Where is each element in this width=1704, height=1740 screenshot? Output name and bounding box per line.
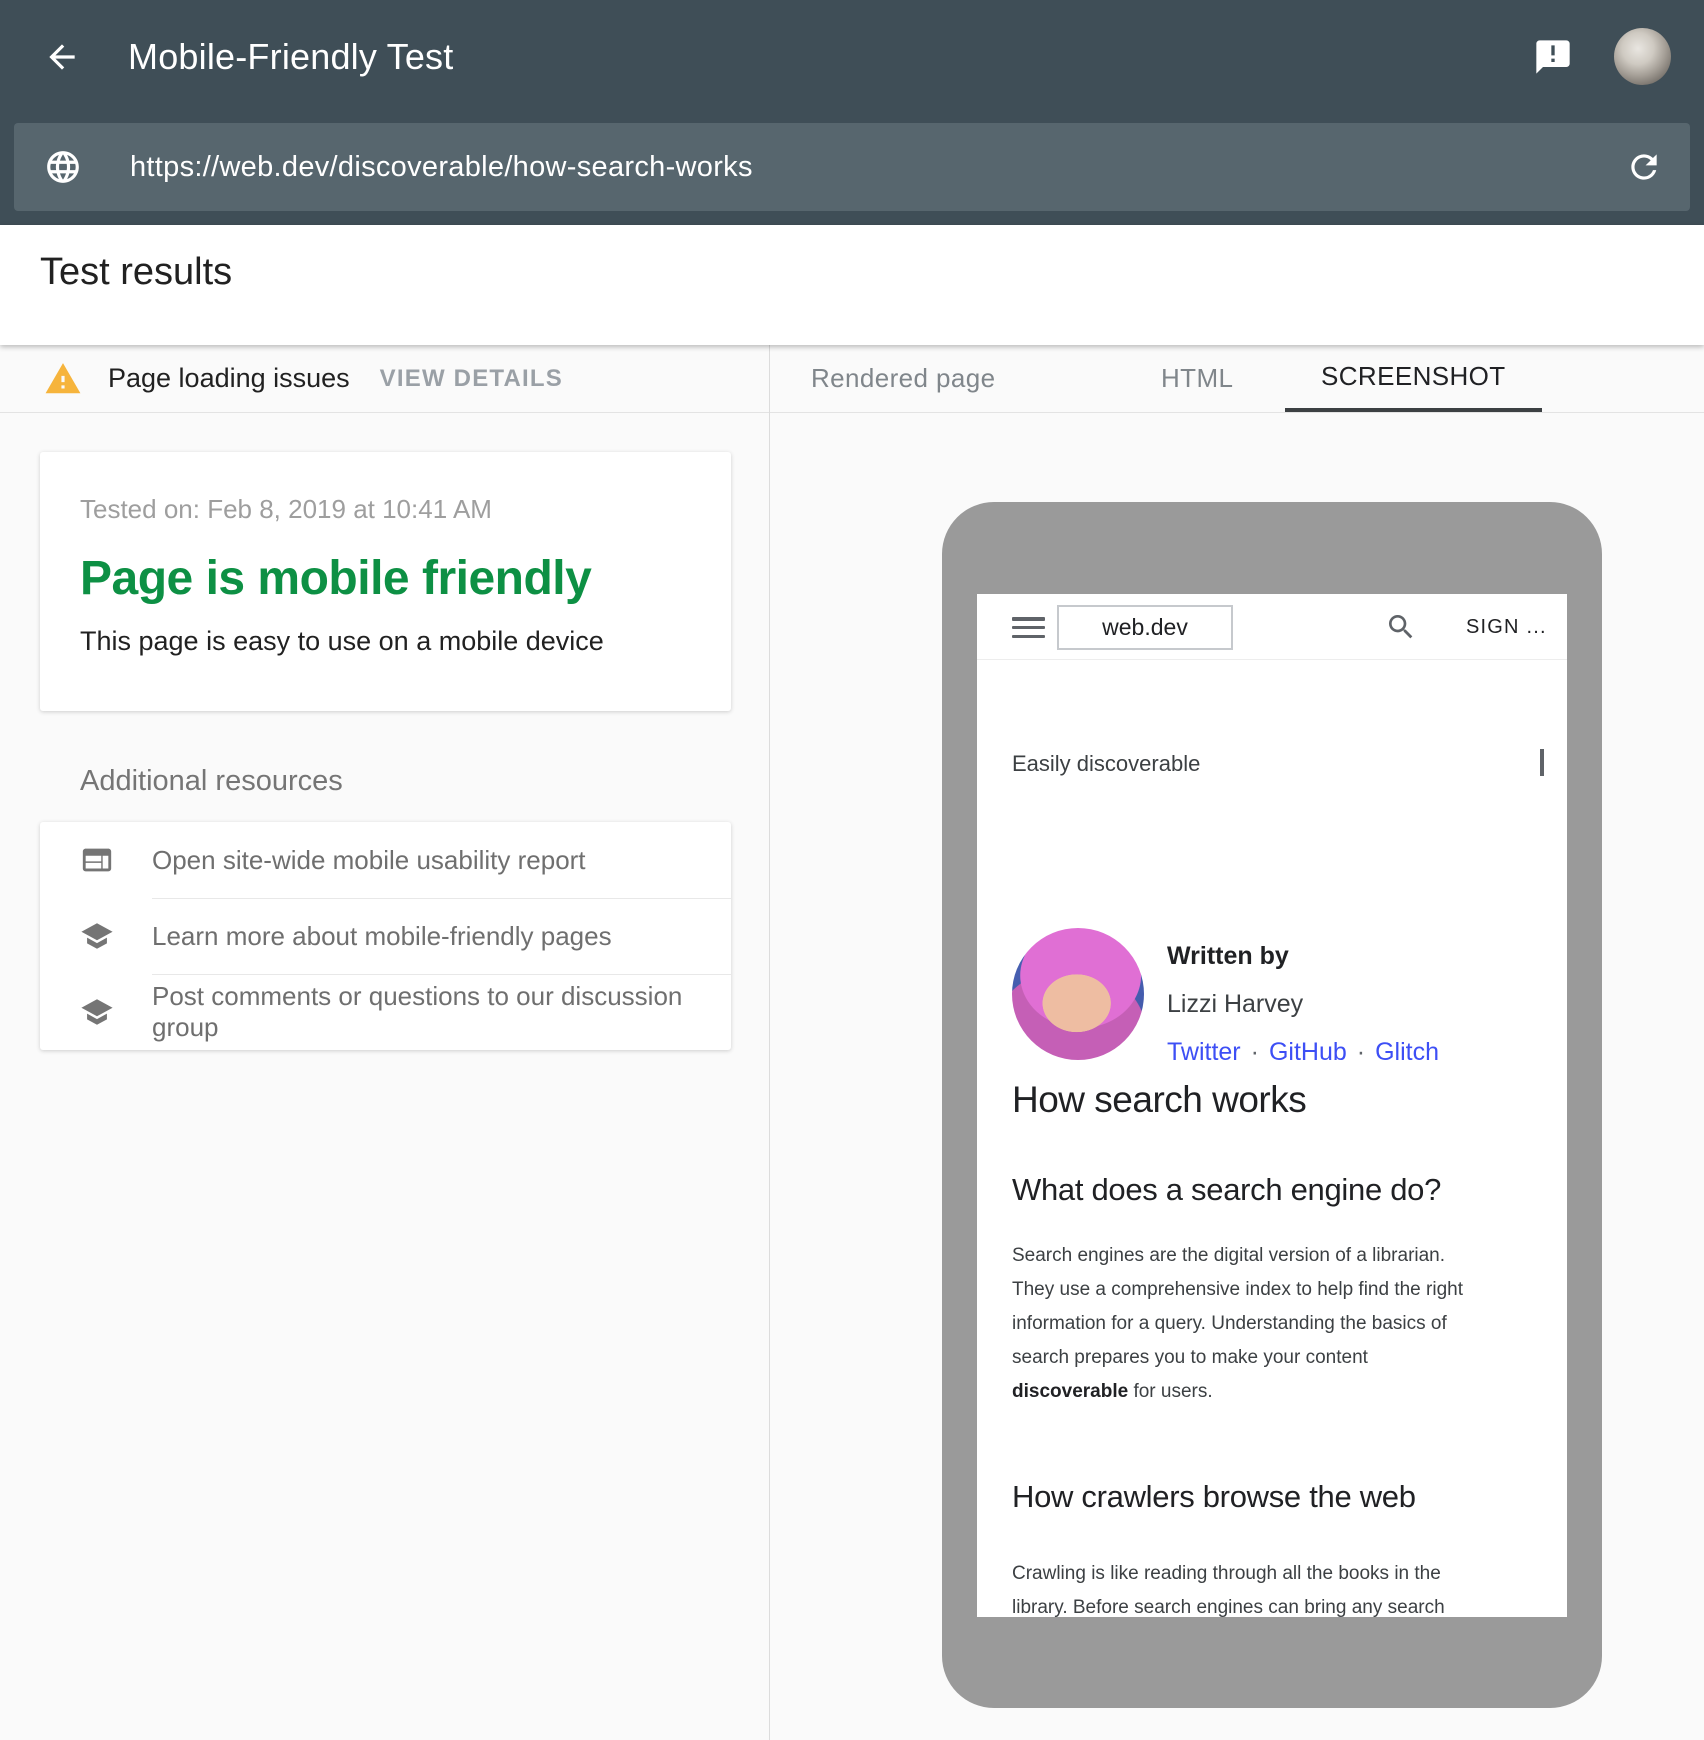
result-card: Tested on: Feb 8, 2019 at 10:41 AM Page … [40,452,731,711]
right-panel: Rendered page HTML SCREENSHOT web.dev SI… [770,345,1704,1740]
link-separator: · [1251,1038,1259,1066]
refresh-icon[interactable] [1625,148,1663,186]
app-bar: Mobile-Friendly Test [0,0,1704,113]
twitter-link: Twitter [1167,1038,1241,1066]
tab-html[interactable]: HTML [1125,345,1269,412]
breadcrumb: Easily discoverable [1012,751,1200,777]
page-loading-issues-row: Page loading issues VIEW DETAILS [0,345,769,413]
resource-label: Open site-wide mobile usability report [152,845,586,876]
hamburger-menu-icon [1012,617,1045,638]
school-icon [80,995,114,1029]
glitch-link: Glitch [1375,1038,1439,1066]
url-strip: https://web.dev/discoverable/how-search-… [0,113,1704,225]
usability-report-icon [80,843,114,877]
resources-card: Open site-wide mobile usability report L… [40,822,731,1050]
github-link: GitHub [1269,1038,1347,1066]
tabs-bar: Rendered page HTML SCREENSHOT [770,345,1704,413]
link-separator: · [1357,1038,1365,1066]
resource-label: Learn more about mobile-friendly pages [152,921,612,952]
feedback-icon [1533,37,1573,77]
left-panel: Page loading issues VIEW DETAILS Tested … [0,345,770,1740]
warning-icon [44,360,82,398]
search-icon [1385,611,1417,643]
written-by-label: Written by [1167,942,1289,971]
author-name: Lizzi Harvey [1167,990,1303,1019]
truncated-glyph [1540,749,1544,776]
results-header: Test results [0,225,1704,345]
author-links: Twitter · GitHub · Glitch [1167,1038,1439,1067]
globe-icon [44,148,82,186]
additional-resources-heading: Additional resources [80,765,769,798]
phone-screenshot: web.dev SIGN ... Easily discoverable Wri… [977,594,1567,1617]
back-button[interactable] [40,35,84,79]
bold-keyword: discoverable [1012,1381,1128,1402]
url-input[interactable]: https://web.dev/discoverable/how-search-… [130,151,1625,184]
view-details-link[interactable]: VIEW DETAILS [380,365,563,393]
arrow-back-icon [43,38,81,76]
issues-label: Page loading issues [108,363,350,394]
content: Page loading issues VIEW DETAILS Tested … [0,345,1704,1740]
url-bar[interactable]: https://web.dev/discoverable/how-search-… [14,123,1690,211]
section-heading: How crawlers browse the web [1012,1479,1416,1515]
verdict-description: This page is easy to use on a mobile dev… [80,626,691,657]
phone-mockup: web.dev SIGN ... Easily discoverable Wri… [942,502,1602,1708]
user-avatar[interactable] [1614,28,1671,85]
sign-in-label: SIGN ... [1466,594,1547,660]
page-title: Test results [40,251,1704,294]
school-icon [80,919,114,953]
tab-screenshot[interactable]: SCREENSHOT [1285,345,1542,412]
tab-rendered-page[interactable]: Rendered page [775,345,1031,412]
feedback-button[interactable] [1532,36,1574,78]
resource-discussion-group[interactable]: Post comments or questions to our discus… [40,974,731,1050]
tested-on-timestamp: Tested on: Feb 8, 2019 at 10:41 AM [80,494,691,525]
author-avatar [1012,928,1144,1060]
section-heading: What does a search engine do? [1012,1172,1441,1208]
phone-nav-bar: web.dev SIGN ... [977,594,1567,660]
resource-label: Post comments or questions to our discus… [152,981,731,1043]
resource-learn-more[interactable]: Learn more about mobile-friendly pages [40,898,731,974]
resource-usability-report[interactable]: Open site-wide mobile usability report [40,822,731,898]
phone-logo: web.dev [1057,605,1233,650]
section-body: Search engines are the digital version o… [1012,1239,1560,1409]
article-title: How search works [1012,1079,1306,1121]
app-title: Mobile-Friendly Test [128,36,1532,78]
verdict-text: Page is mobile friendly [80,551,691,606]
section-body: Crawling is like reading through all the… [1012,1557,1560,1617]
